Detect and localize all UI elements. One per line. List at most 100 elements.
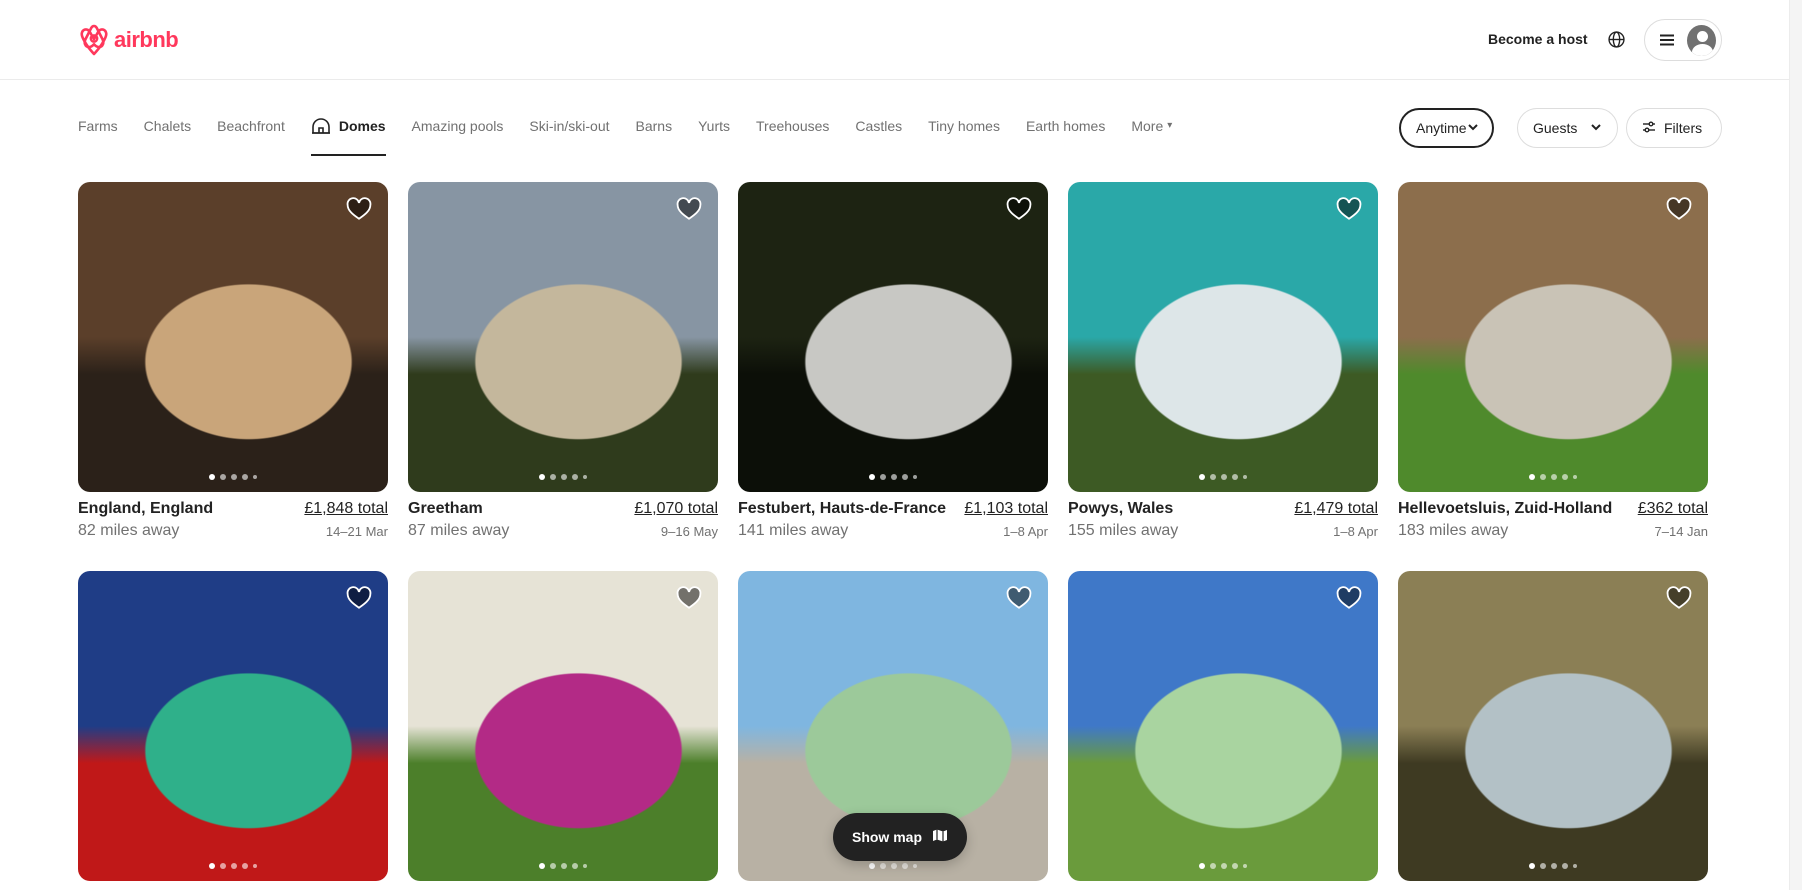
- show-map-label: Show map: [851, 829, 922, 845]
- listing-photo[interactable]: [1068, 571, 1378, 881]
- listing-distance: 82 miles away: [78, 522, 180, 539]
- listing-price[interactable]: £1,479 total: [1294, 500, 1378, 518]
- heart-icon[interactable]: [1336, 585, 1362, 611]
- category-tiny-homes[interactable]: Tiny homes: [928, 100, 1000, 156]
- category-barns[interactable]: Barns: [636, 100, 673, 156]
- listing-card[interactable]: Powys, Wales 155 miles away £1,479 total 1–…: [1068, 182, 1378, 546]
- carousel-dot: [242, 863, 248, 869]
- page-scrollbar[interactable]: [1789, 0, 1802, 890]
- hamburger-icon: [1659, 32, 1675, 48]
- airbnb-logo[interactable]: airbnb: [78, 23, 179, 57]
- carousel-dot: [561, 474, 567, 480]
- listing-card[interactable]: [408, 571, 718, 881]
- listing-card[interactable]: [78, 571, 388, 881]
- category-chalets[interactable]: Chalets: [144, 100, 191, 156]
- listing-info: Greetham 87 miles away £1,070 total 9–16 Ma…: [408, 500, 718, 546]
- photo-carousel-dots: [1398, 474, 1708, 480]
- carousel-dot: [539, 863, 545, 869]
- user-menu-button[interactable]: [1644, 19, 1722, 61]
- carousel-dot: [1243, 864, 1247, 868]
- listing-card[interactable]: Greetham 87 miles away £1,070 total 9–16 Ma…: [408, 182, 718, 546]
- carousel-dot: [539, 474, 545, 480]
- anytime-label: Anytime: [1416, 120, 1467, 136]
- carousel-dot: [1551, 863, 1557, 869]
- listing-photo[interactable]: [78, 571, 388, 881]
- category-label: Chalets: [143, 118, 192, 134]
- heart-icon[interactable]: [346, 196, 372, 222]
- listing-photo[interactable]: [1068, 182, 1378, 492]
- listing-distance: 87 miles away: [408, 522, 510, 539]
- heart-icon[interactable]: [346, 585, 372, 611]
- category-domes[interactable]: Domes: [310, 100, 386, 156]
- listing-info: Festubert, Hauts-de-France 141 miles away…: [738, 500, 1048, 546]
- guests-filter-button[interactable]: Guests: [1517, 108, 1618, 148]
- listing-photo[interactable]: [78, 182, 388, 492]
- listing-card[interactable]: [1068, 571, 1378, 881]
- become-a-host-link[interactable]: Become a host: [1476, 27, 1600, 51]
- listing-price[interactable]: £1,070 total: [634, 500, 718, 518]
- category-ski-in-ski-out[interactable]: Ski-in/ski-out: [529, 100, 609, 156]
- heart-icon[interactable]: [1336, 196, 1362, 222]
- listing-photo[interactable]: [1398, 571, 1708, 881]
- photo-carousel-dots: [1068, 474, 1378, 480]
- guests-label: Guests: [1533, 120, 1578, 136]
- carousel-dot: [913, 475, 917, 479]
- category-amazing-pools[interactable]: Amazing pools: [412, 100, 504, 156]
- carousel-dot: [1562, 474, 1568, 480]
- filters-button[interactable]: Filters: [1626, 108, 1722, 148]
- heart-icon[interactable]: [676, 196, 702, 222]
- category-more[interactable]: More ▾: [1131, 100, 1172, 156]
- dome-icon: [311, 118, 331, 139]
- carousel-dot: [880, 863, 886, 869]
- carousel-dot: [1540, 474, 1546, 480]
- category-label: Treehouses: [756, 118, 830, 134]
- sliders-icon: [1642, 120, 1656, 137]
- carousel-dot: [1243, 475, 1247, 479]
- listing-dates: 9–16 May: [660, 524, 718, 539]
- heart-icon[interactable]: [1006, 585, 1032, 611]
- heart-icon[interactable]: [1666, 196, 1692, 222]
- category-castles[interactable]: Castles: [855, 100, 902, 156]
- category-beachfront[interactable]: Beachfront: [217, 100, 285, 156]
- heart-icon[interactable]: [1666, 585, 1692, 611]
- heart-icon[interactable]: [676, 585, 702, 611]
- listing-card[interactable]: Hellevoetsluis, Zuid-Holland 183 miles aw…: [1398, 182, 1708, 546]
- listing-photo[interactable]: [1398, 182, 1708, 492]
- category-label: Castles: [855, 118, 903, 134]
- globe-icon[interactable]: [1601, 24, 1631, 54]
- listing-price[interactable]: £362 total: [1638, 500, 1708, 518]
- chevron-down-icon: [1590, 120, 1602, 136]
- listing-card[interactable]: [1398, 571, 1708, 881]
- listing-photo[interactable]: [408, 182, 718, 492]
- category-yurts[interactable]: Yurts: [698, 100, 730, 156]
- chevron-down-icon: [1467, 120, 1479, 136]
- photo-carousel-dots: [738, 863, 1048, 869]
- carousel-dot: [1210, 863, 1216, 869]
- category-label: Ski-in/ski-out: [529, 118, 610, 134]
- listing-photo[interactable]: [408, 571, 718, 881]
- listing-photo[interactable]: [738, 182, 1048, 492]
- carousel-dot: [1573, 475, 1577, 479]
- listing-price[interactable]: £1,848 total: [304, 500, 388, 518]
- listing-card[interactable]: Festubert, Hauts-de-France 141 miles away…: [738, 182, 1048, 546]
- carousel-dot: [231, 863, 237, 869]
- carousel-dot: [902, 863, 908, 869]
- carousel-dot: [1551, 474, 1557, 480]
- photo-carousel-dots: [738, 474, 1048, 480]
- listing-price[interactable]: £1,103 total: [964, 500, 1048, 518]
- anytime-filter-button[interactable]: Anytime: [1399, 108, 1494, 148]
- heart-icon[interactable]: [1006, 196, 1032, 222]
- carousel-dot: [253, 864, 257, 868]
- category-label: Domes: [338, 118, 386, 134]
- category-treehouses[interactable]: Treehouses: [756, 100, 829, 156]
- category-earth-homes[interactable]: Earth homes: [1026, 100, 1105, 156]
- listing-dates: 14–21 Mar: [325, 524, 388, 539]
- photo-carousel-dots: [1398, 863, 1708, 869]
- category-farms[interactable]: Farms: [78, 100, 118, 156]
- listing-dates: 7–14 Jan: [1654, 524, 1709, 539]
- carousel-dot: [231, 474, 237, 480]
- show-map-button[interactable]: Show map: [833, 813, 967, 861]
- photo-carousel-dots: [78, 863, 388, 869]
- carousel-dot: [220, 474, 226, 480]
- listing-card[interactable]: England, England 82 miles away £1,848 tota…: [78, 182, 388, 546]
